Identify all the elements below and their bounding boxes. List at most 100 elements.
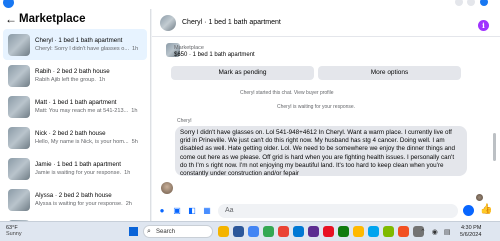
conversation-preview-row: Matt: You may reach me at 541-213... 1h: [35, 108, 147, 114]
emoji-icon[interactable]: [463, 205, 474, 216]
search-placeholder: Search: [156, 229, 176, 235]
conversation-thumbnail: [8, 95, 30, 118]
conversation-item[interactable]: Rabih · 2 bed 2 bath house Rabih Ajib lef…: [3, 60, 147, 91]
sender-avatar[interactable]: [161, 182, 173, 194]
conversation-text: Alyssa · 2 bed 2 bath house Alyssa is wai…: [35, 192, 147, 207]
conversation-text: Nick · 2 bed 2 bath house Hello, My name …: [35, 130, 147, 145]
conversation-preview: Cheryl: Sorry I didn't have glasses o...: [35, 46, 130, 52]
sticker-icon[interactable]: ◧: [187, 206, 197, 216]
microphone-icon[interactable]: ●: [157, 206, 167, 216]
sidebar-header: ← Marketplace: [0, 9, 150, 29]
system-clock[interactable]: 4:30 PM 5/6/2024: [460, 225, 481, 239]
conversation-header: Cheryl · 1 bed 1 bath apartment i: [152, 9, 500, 37]
message-bubble[interactable]: Sorry I didn't have glasses on. Lol 541-…: [175, 126, 467, 177]
listing-avatar[interactable]: [160, 14, 176, 31]
pinned-app-icon[interactable]: [323, 226, 334, 237]
conversation-thumbnail: [8, 188, 30, 211]
clock-date: 5/6/2024: [460, 232, 482, 238]
pinned-app-icon[interactable]: [293, 226, 304, 237]
pinned-app-icon[interactable]: [308, 226, 319, 237]
conversation-time: 5h: [131, 139, 138, 145]
menu-icon[interactable]: [455, 0, 463, 6]
conversation-list: Cheryl · 1 bed 1 bath apartment Cheryl: S…: [0, 29, 150, 221]
windows-taskbar: 63°F Sunny ⌕ Search ⌃ ◉ ▤ 4:30 PM 5/6/20…: [0, 221, 500, 241]
scrollbar[interactable]: [493, 133, 496, 161]
listing-price-title[interactable]: $650 · 1 bed 1 bath apartment: [174, 52, 255, 58]
conversation-name: Nick · 2 bed 2 bath house: [35, 130, 106, 137]
pinned-app-icon[interactable]: [368, 226, 379, 237]
conversation-time: 1h: [124, 170, 131, 176]
pinned-app-icon[interactable]: [353, 226, 364, 237]
conversation-panel: Cheryl · 1 bed 1 bath apartment i Market…: [152, 9, 500, 221]
system-tray-icons[interactable]: ⌃ ◉ ▤: [420, 228, 452, 236]
listing-card: Marketplace $650 · 1 bed 1 bath apartmen…: [160, 42, 490, 88]
sidebar-title: Marketplace: [19, 13, 86, 25]
conversation-name: Alyssa · 2 bed 2 bath house: [35, 192, 112, 199]
info-icon[interactable]: i: [478, 20, 489, 31]
pinned-app-icon[interactable]: [248, 226, 259, 237]
windows-start-icon[interactable]: [129, 227, 138, 236]
conversation-thumbnail: [8, 64, 30, 87]
conversation-time: 1h: [98, 77, 106, 83]
conversation-item[interactable]: Matt · 1 bed 1 bath apartment Matt: You m…: [3, 91, 147, 122]
clock-time: 4:30 PM: [460, 225, 482, 231]
listing-source-label: Marketplace: [174, 45, 204, 51]
chat-started-notice: Cheryl started this chat. View buyer pro…: [240, 90, 334, 96]
conversation-preview-row: Hello, My name is Nick, is your hom... 5h: [35, 139, 147, 145]
pinned-app-icon[interactable]: [398, 226, 409, 237]
conversation-preview: Matt: You may reach me at 541-213...: [35, 108, 129, 114]
conversation-thumbnail: [8, 33, 30, 56]
sender-name: Cheryl: [177, 118, 192, 124]
photo-icon[interactable]: ▣: [172, 206, 182, 216]
pinned-app-icon[interactable]: [233, 226, 244, 237]
facebook-logo-icon[interactable]: [3, 0, 14, 8]
conversation-text: Cheryl · 1 bed 1 bath apartment Cheryl: S…: [35, 37, 147, 52]
pinned-app-icon[interactable]: [218, 226, 229, 237]
conversation-text: Rabih · 2 bed 2 bath house Rabih Ajib lef…: [35, 68, 147, 83]
pinned-app-icon[interactable]: [278, 226, 289, 237]
weather-widget[interactable]: 63°F Sunny: [6, 225, 22, 237]
seen-avatar: [476, 194, 483, 201]
conversation-item[interactable]: Jamie · 1 bed 1 bath apartment Jamie is w…: [3, 153, 147, 184]
conversation-preview-row: Alyssa is waiting for your response. 2h: [35, 201, 147, 207]
conversation-preview-row: Rabih Ajib left the group. 1h: [35, 77, 147, 83]
back-arrow-icon[interactable]: ←: [5, 12, 17, 26]
conversation-preview-row: Cheryl: Sorry I didn't have glasses o...…: [35, 46, 147, 52]
conversation-title[interactable]: Cheryl · 1 bed 1 bath apartment: [182, 19, 281, 26]
conversation-name: Cheryl · 1 bed 1 bath apartment: [35, 37, 123, 44]
conversation-item[interactable]: Cheryl · 1 bed 1 bath apartment Cheryl: S…: [3, 29, 147, 60]
gif-icon[interactable]: ▦: [202, 206, 212, 216]
conversation-time: 2h: [125, 201, 132, 207]
weather-condition: Sunny: [6, 231, 22, 237]
notifications-icon[interactable]: [480, 0, 488, 6]
conversation-preview: Rabih Ajib left the group.: [35, 77, 96, 83]
pinned-app-icon[interactable]: [338, 226, 349, 237]
waiting-notice: Cheryl is waiting for your response.: [277, 104, 356, 110]
taskbar-search[interactable]: ⌕ Search: [143, 225, 213, 238]
search-icon: ⌕: [147, 228, 151, 235]
browser-top-strip: [0, 0, 500, 9]
conversation-preview: Alyssa is waiting for your response.: [35, 201, 123, 207]
conversation-preview-row: Jamie is waiting for your response. 1h: [35, 170, 147, 176]
conversation-item[interactable]: Nick · 2 bed 2 bath house Hello, My name …: [3, 122, 147, 153]
conversation-time: 1h: [131, 108, 138, 114]
pinned-app-icon[interactable]: [263, 226, 274, 237]
conversation-item[interactable]: Alyssa · 2 bed 2 bath house Alyssa is wai…: [3, 184, 147, 215]
mark-as-pending-button[interactable]: Mark as pending: [171, 66, 314, 80]
conversation-thumbnail: [8, 126, 30, 149]
message-thread: Cheryl started this chat. View buyer pro…: [152, 88, 500, 201]
conversation-name: Matt · 1 bed 1 bath apartment: [35, 99, 117, 106]
conversation-name: Jamie · 1 bed 1 bath apartment: [35, 161, 121, 168]
conversation-time: 1h: [132, 46, 139, 52]
conversation-thumbnail: [8, 157, 30, 180]
pinned-apps: [218, 226, 428, 237]
conversation-preview: Hello, My name is Nick, is your hom...: [35, 139, 129, 145]
conversation-name: Rabih · 2 bed 2 bath house: [35, 68, 110, 75]
message-input[interactable]: Aa: [218, 204, 458, 218]
pinned-app-icon[interactable]: [383, 226, 394, 237]
like-icon[interactable]: 👍: [480, 204, 492, 215]
marketplace-sidebar: ← Marketplace Cheryl · 1 bed 1 bath apar…: [0, 9, 151, 221]
conversation-text: Jamie · 1 bed 1 bath apartment Jamie is w…: [35, 161, 147, 176]
more-options-button[interactable]: More options: [318, 66, 461, 80]
messenger-icon[interactable]: [467, 0, 475, 6]
